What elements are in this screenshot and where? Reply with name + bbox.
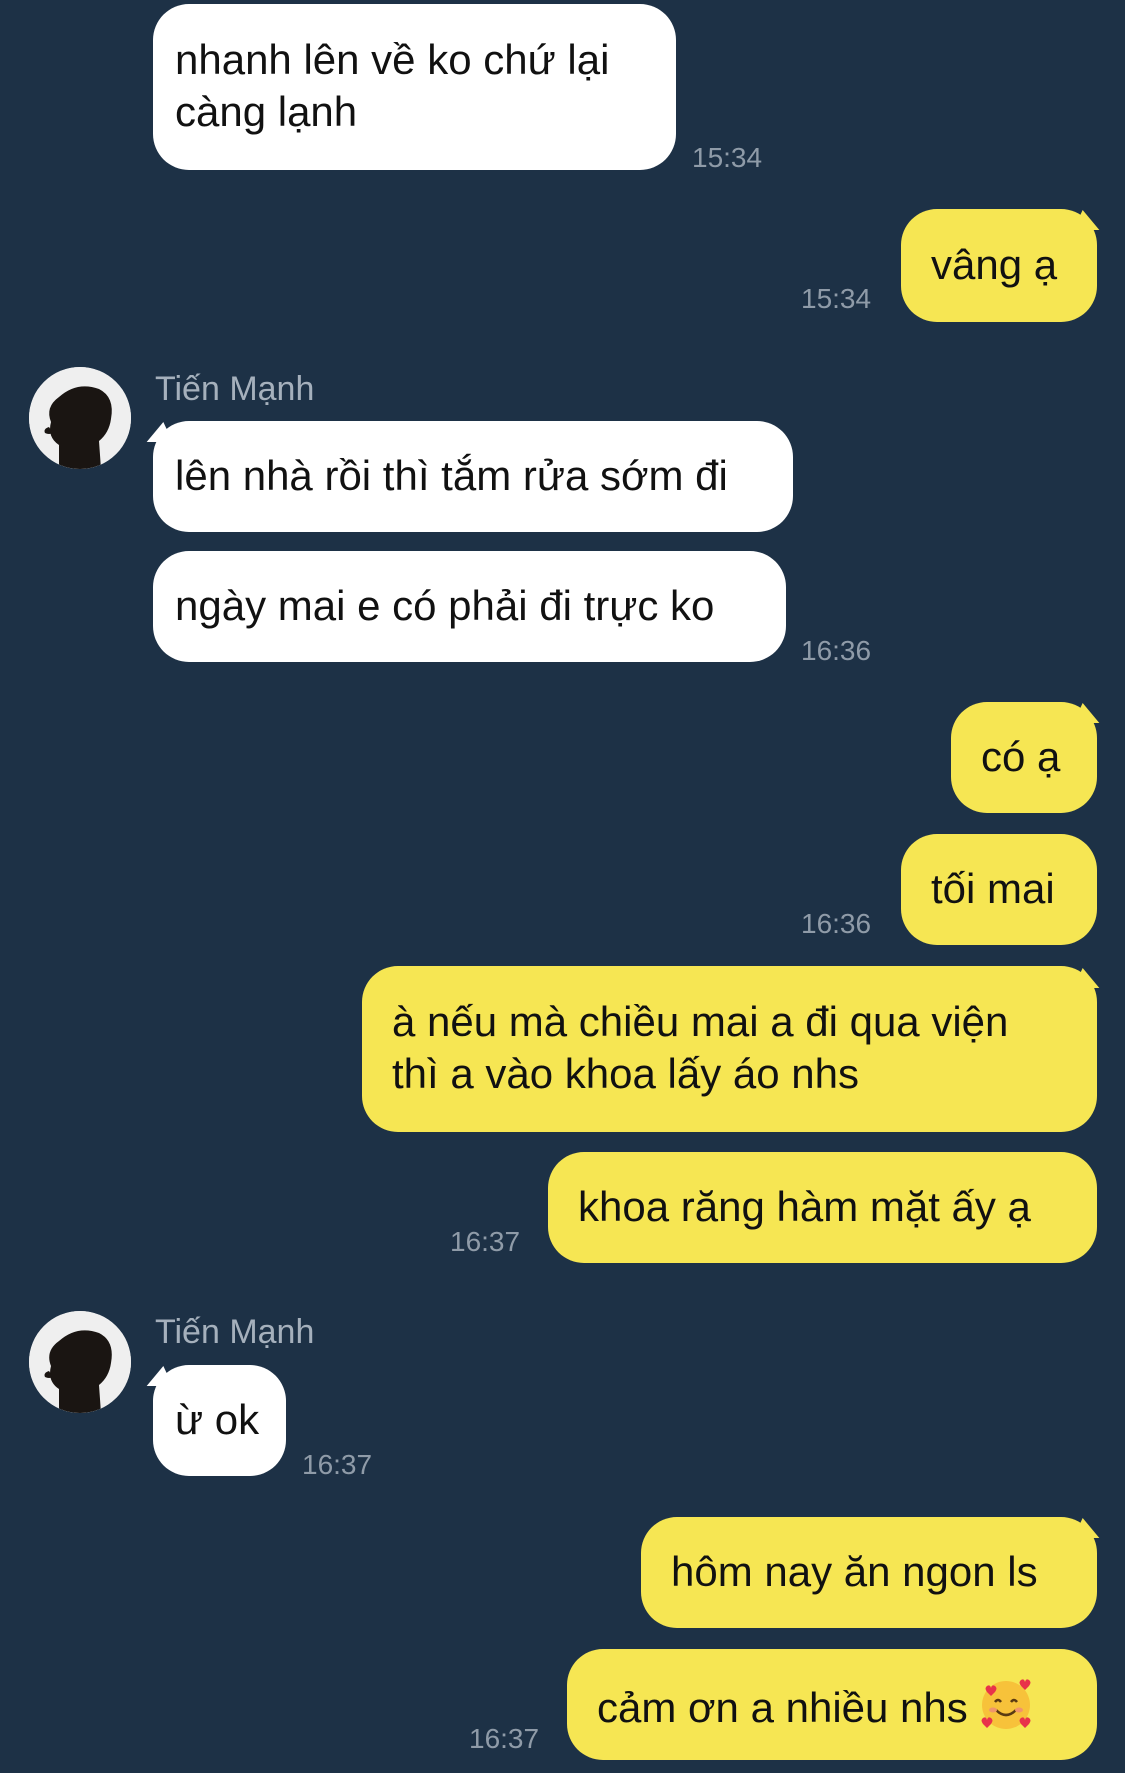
message-text: hôm nay ăn ngon ls <box>671 1548 1038 1595</box>
message-bubble-outgoing[interactable]: hôm nay ăn ngon ls <box>641 1517 1097 1628</box>
message-bubble-incoming[interactable]: ừ ok <box>153 1365 286 1476</box>
message-bubble-outgoing[interactable]: à nếu mà chiều mai a đi qua viện thì a v… <box>362 966 1097 1132</box>
message-text-line: à nếu mà chiều mai a đi qua viện <box>392 998 1009 1045</box>
message-bubble-outgoing[interactable]: khoa răng hàm mặt ấy ạ <box>548 1152 1097 1263</box>
sender-name: Tiến Mạnh <box>155 1313 315 1351</box>
message-text: có ạ <box>981 733 1061 780</box>
message-text: ngày mai e có phải đi trực ko <box>175 582 715 629</box>
message-timestamp: 15:34 <box>801 283 872 314</box>
message-timestamp: 16:37 <box>469 1723 540 1754</box>
message-text: ừ ok <box>175 1396 260 1443</box>
avatar[interactable] <box>29 367 131 469</box>
message-bubble-outgoing[interactable]: cảm ơn a nhiều nhs <box>567 1649 1097 1760</box>
message-timestamp: 15:34 <box>692 142 763 173</box>
message-bubble-incoming[interactable]: lên nhà rồi thì tắm rửa sớm đi <box>153 421 793 532</box>
message-text: vâng ạ <box>931 241 1058 288</box>
message-text-line: thì a vào khoa lấy áo nhs <box>392 1050 859 1097</box>
message-text: lên nhà rồi thì tắm rửa sớm đi <box>175 452 728 499</box>
message-bubble-outgoing[interactable]: tối mai <box>901 834 1097 945</box>
sender-name: Tiến Mạnh <box>155 370 315 408</box>
message-timestamp: 16:36 <box>801 635 872 666</box>
avatar-photo <box>29 1311 131 1413</box>
message-timestamp: 16:37 <box>302 1449 373 1480</box>
message-text: cảm ơn a nhiều nhs <box>597 1684 968 1731</box>
message-text: tối mai <box>931 865 1055 912</box>
message-bubble-incoming[interactable]: ngày mai e có phải đi trực ko <box>153 551 786 662</box>
smiling-face-with-hearts-icon <box>981 1679 1031 1729</box>
avatar-photo <box>29 367 131 469</box>
message-timestamp: 16:36 <box>801 908 872 939</box>
message-timestamp: 16:37 <box>450 1226 521 1257</box>
avatar[interactable] <box>29 1311 131 1413</box>
message-text: khoa răng hàm mặt ấy ạ <box>578 1183 1031 1230</box>
message-text-line: càng lạnh <box>175 88 358 135</box>
message-bubble-outgoing[interactable]: có ạ <box>951 702 1097 813</box>
message-bubble-incoming[interactable]: nhanh lên về ko chứ lại càng lạnh <box>153 4 676 170</box>
message-text-line: nhanh lên về ko chứ lại <box>175 36 610 83</box>
message-bubble-outgoing[interactable]: vâng ạ <box>901 209 1097 322</box>
